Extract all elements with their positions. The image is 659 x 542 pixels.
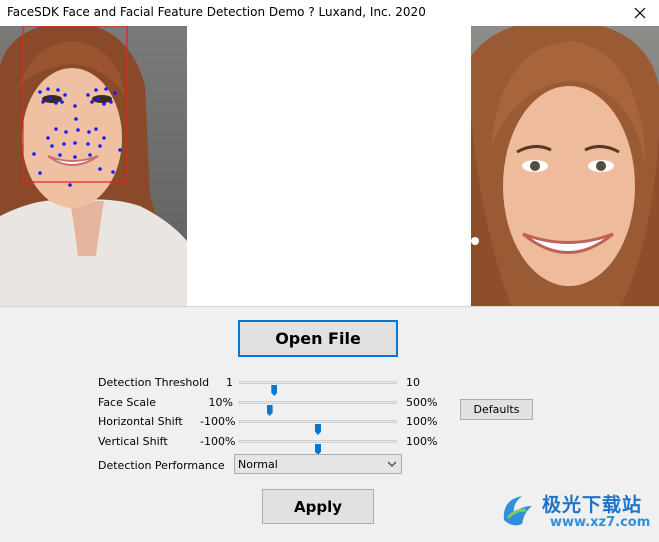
detection-threshold-min: 1 [226,376,233,389]
horizontal-shift-label: Horizontal Shift [98,415,183,428]
face-scale-label: Face Scale [98,396,156,409]
defaults-button[interactable]: Defaults [460,399,533,420]
face-scale-max: 500% [406,396,438,409]
chevron-down-icon [387,461,397,467]
horizontal-shift-min: -100% [200,415,236,428]
vertical-shift-slider[interactable] [239,440,397,455]
horizontal-shift-max: 100% [406,415,438,428]
window-title: FaceSDK Face and Facial Feature Detectio… [7,5,426,19]
watermark-url: www.xz7.com [550,515,651,530]
slider-row-horizontal-shift: Horizontal Shift -100% 100% [0,412,659,435]
face-photo [471,26,659,306]
slider-row-detection-threshold: Detection Threshold 1 10 [0,373,659,396]
image-area [0,26,659,307]
detection-threshold-label: Detection Threshold [98,376,210,389]
face-scale-slider[interactable] [239,401,397,416]
vertical-shift-label: Vertical Shift [98,435,168,448]
vertical-shift-min: -100% [200,435,236,448]
open-file-button[interactable]: Open File [238,320,398,357]
watermark-site-name: 极光下载站 [542,494,643,516]
close-icon [634,7,646,19]
detection-performance-value: Normal [238,458,278,471]
watermark: 极光下载站 www.xz7.com [498,488,653,538]
close-button[interactable] [621,0,659,26]
face-scale-min: 10% [208,396,233,409]
detection-threshold-max: 10 [406,376,420,389]
horizontal-shift-slider[interactable] [239,420,397,435]
detection-threshold-slider[interactable] [239,381,397,396]
site-logo-icon [503,496,532,526]
apply-button[interactable]: Apply [262,489,374,524]
slider-row-vertical-shift: Vertical Shift -100% 100% [0,432,659,455]
detection-performance-label: Detection Performance [98,459,225,472]
slider-row-face-scale: Face Scale 10% 500% [0,393,659,416]
title-bar: FaceSDK Face and Facial Feature Detectio… [0,0,659,26]
vertical-shift-max: 100% [406,435,438,448]
detected-face-photo [0,26,187,306]
detection-performance-select[interactable]: Normal [234,454,402,474]
